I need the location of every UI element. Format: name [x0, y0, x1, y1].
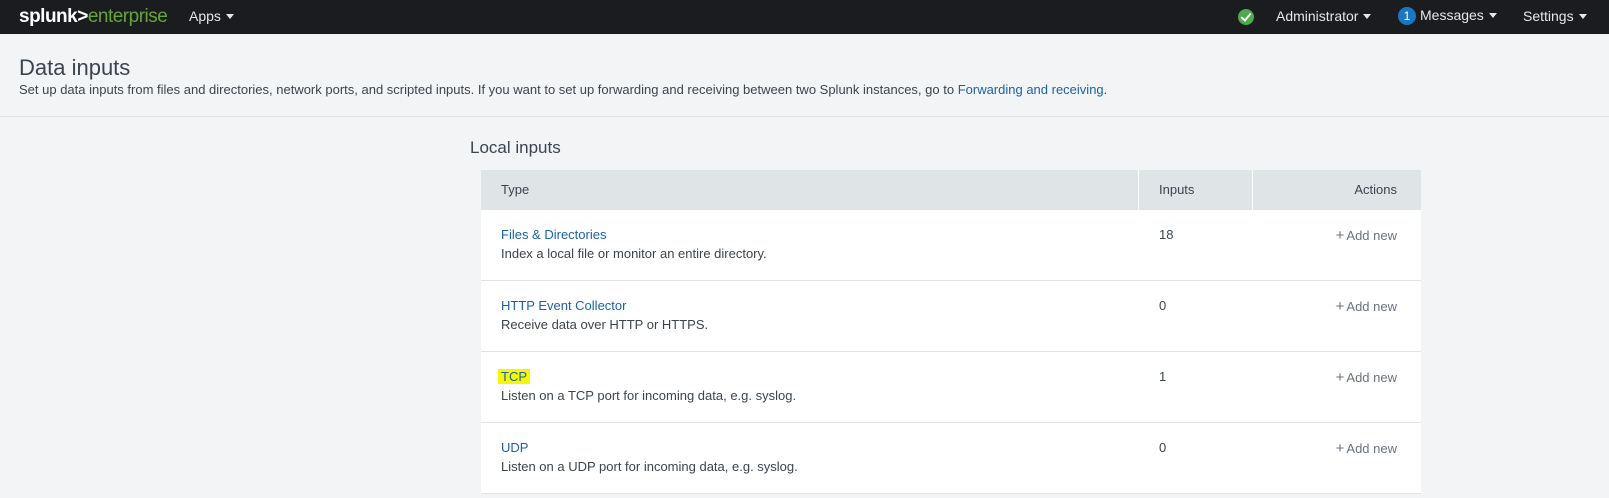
local-inputs-table: Type Inputs Actions Files & Directories … — [481, 170, 1421, 494]
column-header-inputs: Inputs — [1159, 182, 1195, 197]
add-new-button[interactable]: + Add new — [1336, 440, 1397, 457]
page-title: Data inputs — [19, 55, 131, 80]
page-description-end: . — [1103, 82, 1108, 97]
forwarding-and-receiving-link[interactable]: Forwarding and receiving — [958, 82, 1104, 97]
chevron-down-icon — [1578, 14, 1587, 19]
input-count: 1 — [1159, 369, 1167, 384]
input-type-link-tcp[interactable]: TCP — [498, 369, 530, 384]
local-inputs-heading: Local inputs — [470, 138, 561, 157]
column-divider — [1138, 170, 1139, 210]
table-row: UDP Listen on a UDP port for incoming da… — [481, 423, 1421, 494]
plus-icon: + — [1335, 298, 1345, 315]
add-new-label: Add new — [1346, 299, 1397, 314]
plus-icon: + — [1335, 227, 1345, 244]
settings-menu[interactable]: Settings — [1523, 8, 1587, 24]
settings-menu-label: Settings — [1523, 8, 1574, 24]
input-type-description: Index a local file or monitor an entire … — [501, 246, 767, 261]
column-divider — [1252, 170, 1253, 210]
user-menu-label: Administrator — [1276, 8, 1359, 24]
add-new-button[interactable]: + Add new — [1336, 369, 1397, 386]
plus-icon: + — [1335, 440, 1345, 457]
chevron-down-icon — [1363, 14, 1372, 19]
input-type-link-files-directories[interactable]: Files & Directories — [501, 227, 606, 242]
apps-menu-label: Apps — [189, 8, 221, 24]
input-count: 0 — [1159, 298, 1167, 313]
top-navigation-bar: splunk>enterprise Apps Administrator 1 Me… — [0, 0, 1609, 34]
add-new-label: Add new — [1346, 228, 1397, 243]
page-header: Data inputs Set up data inputs from file… — [0, 34, 1609, 117]
check-circle-icon[interactable] — [1238, 9, 1254, 25]
logo-text-enterprise: enterprise — [87, 6, 168, 27]
column-header-actions: Actions — [1354, 182, 1397, 197]
input-type-description: Listen on a UDP port for incoming data, … — [501, 459, 798, 474]
messages-menu[interactable]: 1 Messages — [1398, 7, 1497, 25]
chevron-down-icon — [1488, 13, 1497, 18]
column-header-type: Type — [501, 182, 530, 197]
chevron-down-icon — [225, 14, 234, 19]
input-count: 0 — [1159, 440, 1167, 455]
messages-menu-label: Messages — [1420, 7, 1484, 23]
table-row: TCP Listen on a TCP port for incoming da… — [481, 352, 1421, 423]
messages-count-badge: 1 — [1398, 7, 1416, 25]
page-description-text: Set up data inputs from files and direct… — [19, 82, 958, 97]
page-description: Set up data inputs from files and direct… — [19, 82, 1107, 97]
input-type-link-udp[interactable]: UDP — [501, 440, 528, 455]
user-menu[interactable]: Administrator — [1276, 8, 1372, 24]
input-count: 18 — [1159, 227, 1174, 242]
input-type-description: Receive data over HTTP or HTTPS. — [501, 317, 709, 332]
splunk-logo[interactable]: splunk>enterprise — [19, 6, 168, 28]
apps-menu[interactable]: Apps — [189, 8, 234, 24]
logo-text-splunk: splunk> — [19, 6, 88, 27]
table-row: HTTP Event Collector Receive data over H… — [481, 281, 1421, 352]
add-new-button[interactable]: + Add new — [1336, 298, 1397, 315]
add-new-label: Add new — [1346, 370, 1397, 385]
plus-icon: + — [1335, 369, 1345, 386]
table-row: Files & Directories Index a local file o… — [481, 210, 1421, 281]
add-new-label: Add new — [1346, 441, 1397, 456]
input-type-description: Listen on a TCP port for incoming data, … — [501, 388, 797, 403]
table-header: Type Inputs Actions — [481, 170, 1421, 210]
add-new-button[interactable]: + Add new — [1336, 227, 1397, 244]
input-type-link-http-event-collector[interactable]: HTTP Event Collector — [501, 298, 626, 313]
